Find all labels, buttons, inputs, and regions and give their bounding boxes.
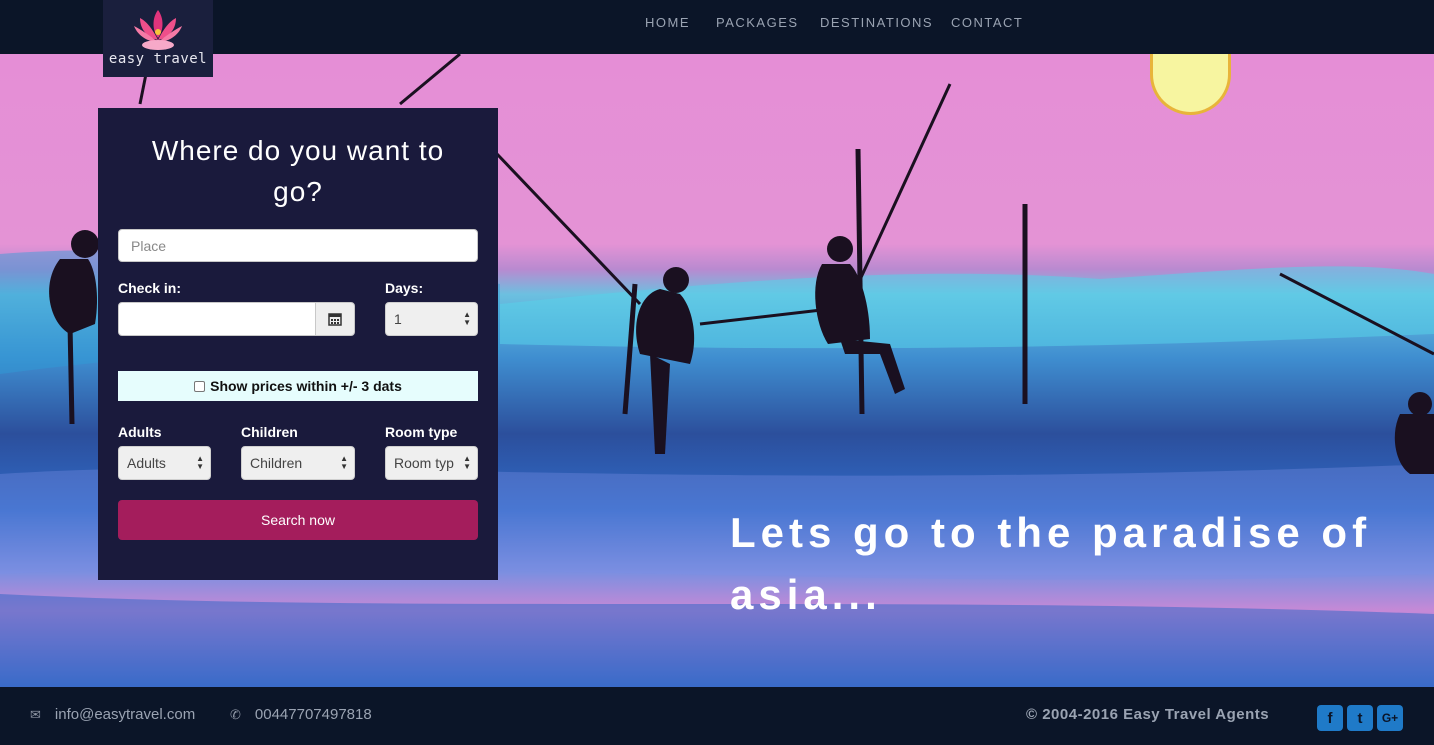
adults-value: Adults [127,455,166,471]
footer-email[interactable]: ✉ info@easytravel.com [30,706,195,723]
nav-contact[interactable]: CONTACT [951,15,1023,30]
children-select[interactable]: Children ▲ ▼ [241,446,355,480]
checkin-label: Check in: [118,280,182,296]
select-arrows-icon: ▲ ▼ [463,454,471,471]
search-panel: Where do you want to go? Place Check in:… [98,108,498,580]
place-input[interactable]: Place [118,229,478,262]
children-label: Children [241,424,298,440]
envelope-icon: ✉ [30,706,41,722]
select-arrows-icon: ▲ ▼ [196,454,204,471]
room-type-label: Room type [385,424,458,440]
flex-dates-label: Show prices within +/- 3 dats [210,378,402,394]
lotus-icon [134,10,182,50]
top-navbar: HOME PACKAGES DESTINATIONS CONTACT [0,0,1434,54]
select-arrows-icon: ▲ ▼ [463,310,471,327]
checkin-input[interactable] [118,302,316,336]
children-value: Children [250,455,303,471]
calendar-button[interactable] [315,302,355,336]
main-nav: HOME PACKAGES DESTINATIONS CONTACT [0,15,1434,35]
days-value: 1 [394,311,402,327]
phone-icon: ✆ [230,706,241,722]
footer-phone[interactable]: ✆ 00447707497818 [230,706,372,723]
nav-home[interactable]: HOME [645,15,690,30]
brand-name: easy travel [108,51,208,67]
google-plus-icon[interactable]: G+ [1377,705,1403,731]
hero-tagline: Lets go to the paradise of asia... [730,509,1372,618]
flex-dates-option[interactable]: Show prices within +/- 3 dats [118,371,478,401]
copyright-text: © 2004-2016 Easy Travel Agents [1026,706,1270,723]
twitter-icon[interactable]: t [1347,705,1373,731]
nav-packages[interactable]: PACKAGES [716,15,799,30]
flex-dates-checkbox[interactable] [194,380,206,392]
calendar-icon [328,313,342,326]
select-arrows-icon: ▲ ▼ [340,454,348,471]
footer: ✉ info@easytravel.com ✆ 00447707497818 ©… [0,687,1434,745]
email-text: info@easytravel.com [54,706,196,723]
adults-label: Adults [118,424,162,440]
search-button[interactable]: Search now [118,500,478,540]
brand-logo[interactable]: easy travel [103,0,213,77]
days-label: Days: [385,280,424,296]
nav-destinations[interactable]: DESTINATIONS [820,15,933,30]
room-type-select[interactable]: Room typ ▲ ▼ [385,446,478,480]
days-select[interactable]: 1 ▲ ▼ [385,302,478,336]
search-title: Where do you want to go? [151,135,445,207]
room-type-value: Room typ [394,455,454,471]
adults-select[interactable]: Adults ▲ ▼ [118,446,211,480]
facebook-icon[interactable]: f [1317,705,1343,731]
phone-text: 00447707497818 [254,706,372,723]
